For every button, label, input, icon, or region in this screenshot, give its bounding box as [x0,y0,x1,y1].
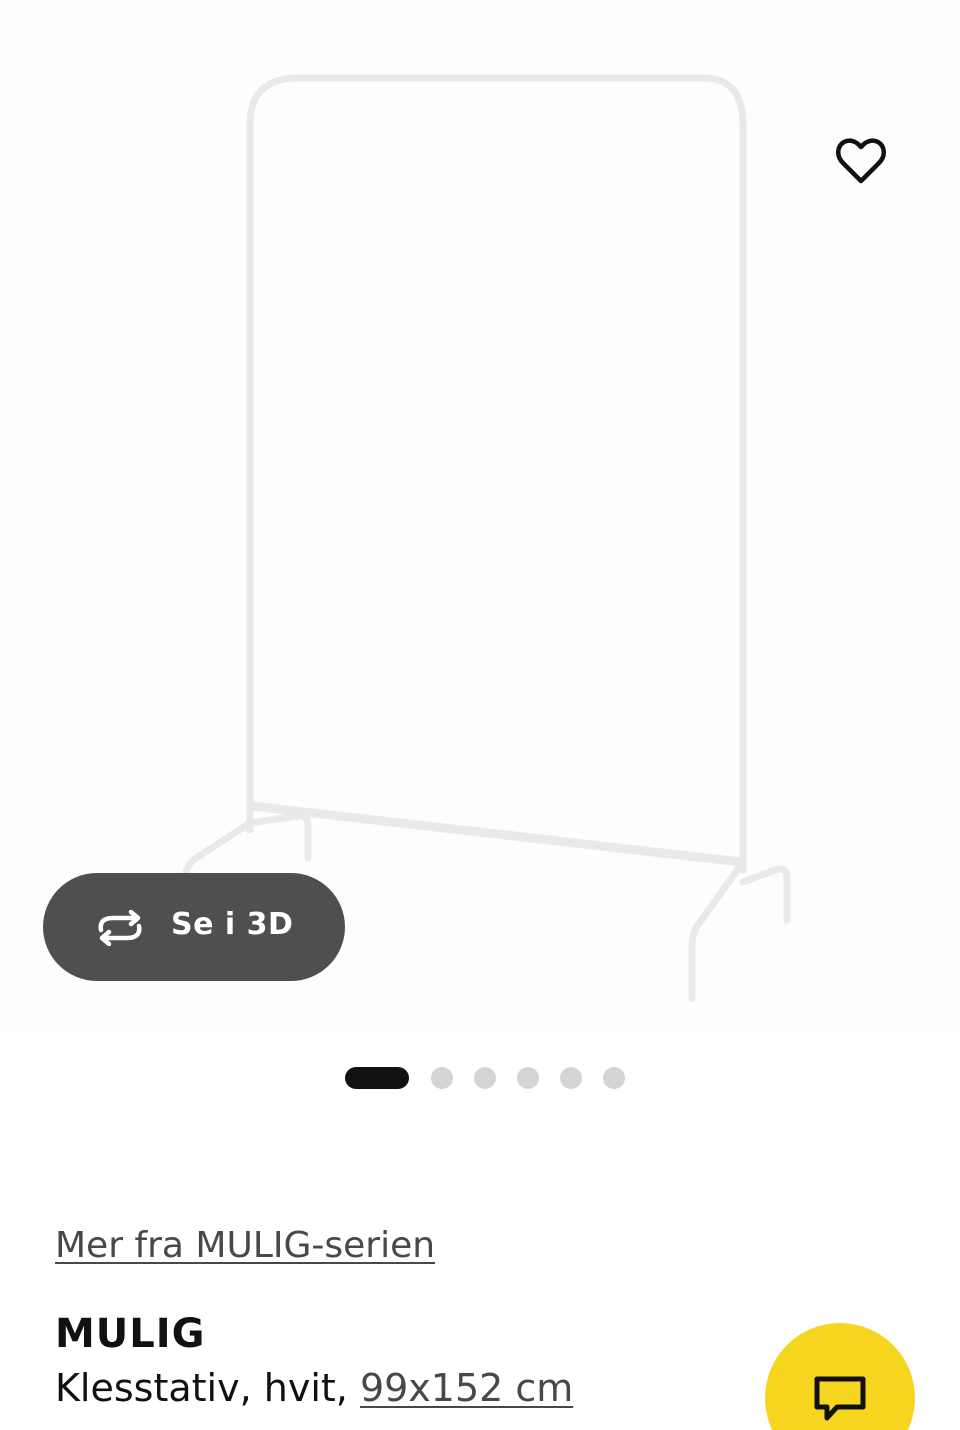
view-in-3d-label: Se i 3D [171,907,294,942]
heart-icon [836,138,886,184]
carousel-dot-2[interactable] [431,1067,453,1089]
product-gallery[interactable]: Se i 3D [0,0,960,1030]
product-name: MULIG [55,1311,206,1357]
favorite-button[interactable] [826,130,896,194]
product-description-text: Klesstativ, hvit, [55,1366,360,1410]
chat-bubble-icon [814,1376,866,1421]
size-link[interactable]: 99x152 cm [360,1366,573,1410]
rotate-3d-icon [98,910,142,946]
chat-button[interactable] [765,1323,915,1430]
carousel-dot-1[interactable] [345,1067,409,1089]
carousel-dot-3[interactable] [474,1067,496,1089]
carousel-dot-6[interactable] [603,1067,625,1089]
product-description: Klesstativ, hvit, 99x152 cm [55,1366,573,1410]
series-link[interactable]: Mer fra MULIG-serien [55,1225,435,1266]
product-page: Se i 3D Mer fra MULIG-serien MULIG Kless… [0,0,960,1430]
carousel-dot-5[interactable] [560,1067,582,1089]
view-in-3d-button[interactable]: Se i 3D [43,873,345,981]
carousel-dot-4[interactable] [517,1067,539,1089]
